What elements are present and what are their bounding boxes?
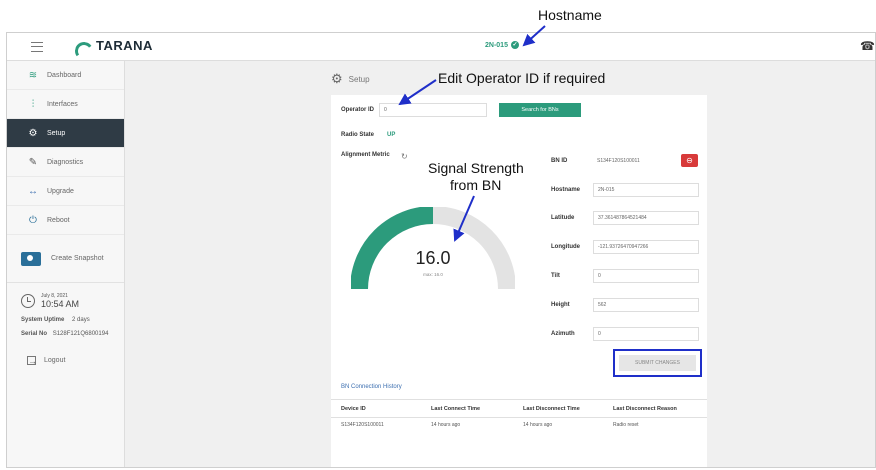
arrow-to-gauge <box>453 195 475 242</box>
arrow-to-hostname <box>522 25 546 47</box>
arrow-to-operator-id <box>398 79 437 106</box>
annotation-arrows <box>398 25 546 242</box>
